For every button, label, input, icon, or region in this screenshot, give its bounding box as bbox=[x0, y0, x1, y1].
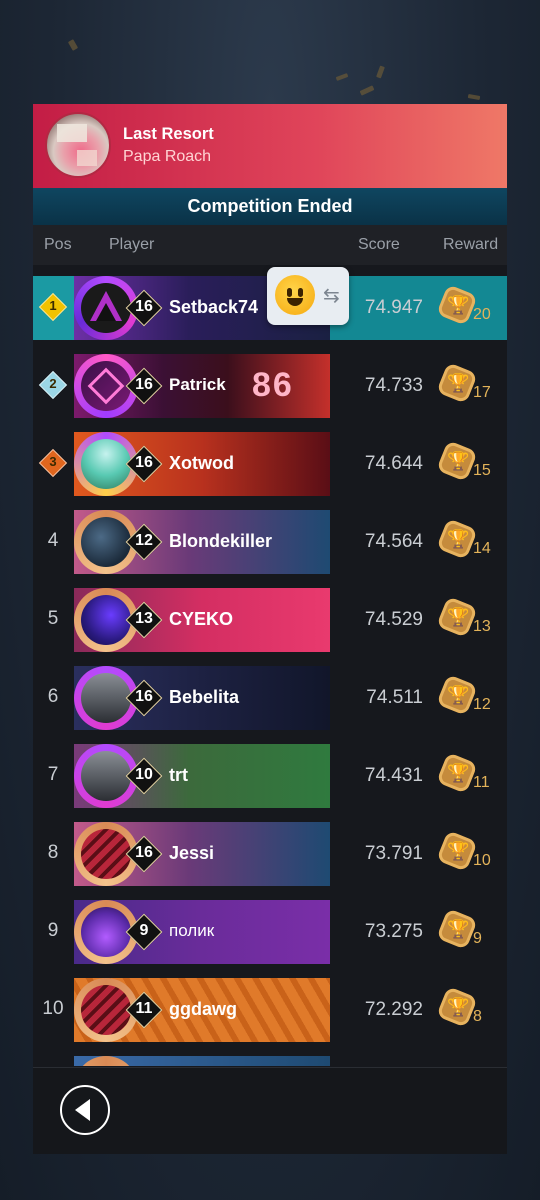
swap-icon[interactable]: ⇆ bbox=[323, 283, 340, 308]
leaderboard-row[interactable]: 2 86 16 Patrick 74.733 🏆 17 bbox=[33, 354, 507, 418]
smiley-icon[interactable] bbox=[275, 275, 315, 315]
player-score: 72.292 bbox=[364, 999, 423, 1020]
player-name: Xotwod bbox=[169, 453, 234, 473]
row-position: 4 bbox=[47, 530, 59, 551]
leaderboard-row[interactable]: 8 16 Jessi 73.791 🏆 10 bbox=[33, 822, 507, 886]
trophy-icon: 🏆 bbox=[436, 908, 478, 950]
player-name: полик bbox=[169, 921, 215, 940]
bronze-rank-badge: 3 bbox=[38, 448, 68, 478]
player-score: 74.431 bbox=[364, 765, 423, 786]
trophy-icon: 🏆 bbox=[436, 752, 478, 794]
row-position: 6 bbox=[47, 686, 59, 707]
trophy-icon: 🏆 bbox=[436, 830, 478, 872]
trophy-icon: 🏆 bbox=[436, 518, 478, 560]
leaderboard-row-partial[interactable] bbox=[33, 1056, 507, 1066]
reward-value: 14 bbox=[473, 540, 491, 557]
row-position: 3 bbox=[49, 454, 57, 469]
player-level: 16 bbox=[135, 298, 153, 315]
player-level: 16 bbox=[135, 688, 153, 705]
player-level: 13 bbox=[135, 610, 153, 627]
trophy-icon: 🏆 bbox=[436, 440, 478, 482]
background-decoration bbox=[359, 85, 375, 96]
trophy-icon: 🏆 bbox=[436, 674, 478, 716]
player-level: 16 bbox=[135, 454, 153, 471]
player-name: CYEKO bbox=[169, 609, 234, 629]
player-name: Jessi bbox=[169, 843, 215, 863]
trophy-icon: 🏆 bbox=[436, 986, 478, 1028]
column-headers: Pos Player Score Reward bbox=[33, 225, 507, 265]
song-artist: Papa Roach bbox=[123, 148, 212, 165]
player-score: 73.275 bbox=[364, 921, 423, 942]
background-decoration bbox=[335, 73, 349, 81]
trophy-icon: 🏆 bbox=[436, 596, 478, 638]
background-decoration bbox=[376, 65, 385, 79]
leaderboard-row[interactable]: 5 13 CYEKO 74.529 🏆 13 bbox=[33, 588, 507, 652]
player-score: 74.644 bbox=[364, 453, 423, 474]
reward-value: 11 bbox=[473, 774, 490, 791]
reward-value: 12 bbox=[473, 696, 491, 713]
footer-bar bbox=[33, 1067, 507, 1154]
reward-value: 17 bbox=[473, 384, 491, 401]
trophy-icon: 🏆 bbox=[436, 362, 478, 404]
header-reward: Reward bbox=[443, 236, 499, 253]
reward-value: 10 bbox=[473, 852, 491, 869]
player-level: 11 bbox=[135, 1000, 153, 1017]
leaderboard-row[interactable]: 6 16 Bebelita 74.511 🏆 12 bbox=[33, 666, 507, 730]
row-position: 1 bbox=[49, 298, 57, 313]
leaderboard-list[interactable]: 1 16 Setback74 74.947 🏆 20 2 86 16 Patri… bbox=[33, 267, 507, 1066]
album-art bbox=[45, 112, 111, 178]
leaderboard-panel: Last Resort Papa Roach Competition Ended… bbox=[33, 104, 507, 1154]
leaderboard-row[interactable]: 7 10 trt 74.431 🏆 11 bbox=[33, 744, 507, 808]
player-level: 10 bbox=[135, 766, 153, 783]
back-arrow-icon bbox=[75, 1099, 90, 1121]
emoji-reaction-popup[interactable]: ⇆ bbox=[267, 267, 349, 325]
player-level: 9 bbox=[139, 922, 149, 939]
trophy-icon: 🏆 bbox=[436, 284, 478, 326]
player-score: 74.529 bbox=[364, 609, 423, 630]
player-score: 74.511 bbox=[366, 687, 423, 708]
player-name: Setback74 bbox=[169, 297, 259, 317]
player-name: Bebelita bbox=[169, 687, 240, 707]
leaderboard-row[interactable]: 3 16 Xotwod 74.644 🏆 15 bbox=[33, 432, 507, 496]
row-position: 2 bbox=[49, 376, 57, 391]
competition-status: Competition Ended bbox=[33, 188, 507, 225]
banner-text: 86 bbox=[252, 366, 294, 404]
song-header: Last Resort Papa Roach bbox=[33, 104, 507, 188]
player-level: 16 bbox=[135, 844, 153, 861]
header-player: Player bbox=[109, 236, 155, 253]
player-name: Blondekiller bbox=[169, 531, 273, 551]
leaderboard-row[interactable]: 4 12 Blondekiller 74.564 🏆 14 bbox=[33, 510, 507, 574]
background-decoration bbox=[67, 39, 79, 51]
row-position: 10 bbox=[42, 998, 64, 1019]
header-pos: Pos bbox=[44, 236, 72, 253]
row-position: 9 bbox=[47, 920, 59, 941]
reward-value: 8 bbox=[473, 1008, 482, 1025]
reward-value: 9 bbox=[473, 930, 482, 947]
gold-rank-badge: 1 bbox=[38, 292, 68, 322]
player-score: 73.791 bbox=[364, 843, 423, 864]
back-button[interactable] bbox=[60, 1085, 110, 1135]
row-position: 5 bbox=[47, 608, 59, 629]
leaderboard-row[interactable]: 9 9 полик 73.275 🏆 9 bbox=[33, 900, 507, 964]
leaderboard-row[interactable]: 10 11 ggdawg 72.292 🏆 8 bbox=[33, 978, 507, 1042]
reward-value: 15 bbox=[473, 462, 491, 479]
reward-value: 20 bbox=[473, 306, 491, 323]
row-position: 7 bbox=[47, 764, 59, 785]
row-position: 8 bbox=[47, 842, 59, 863]
player-score: 74.733 bbox=[364, 375, 423, 396]
player-score: 74.564 bbox=[364, 531, 423, 552]
song-title: Last Resort bbox=[123, 125, 214, 143]
player-level: 16 bbox=[135, 376, 153, 393]
player-name: Patrick bbox=[169, 375, 226, 394]
player-name: trt bbox=[169, 765, 188, 785]
player-name: ggdawg bbox=[169, 999, 237, 1019]
header-score: Score bbox=[358, 236, 400, 253]
player-level: 12 bbox=[135, 532, 153, 549]
background-decoration bbox=[467, 93, 481, 101]
silver-rank-badge: 2 bbox=[38, 370, 68, 400]
reward-value: 13 bbox=[473, 618, 491, 635]
